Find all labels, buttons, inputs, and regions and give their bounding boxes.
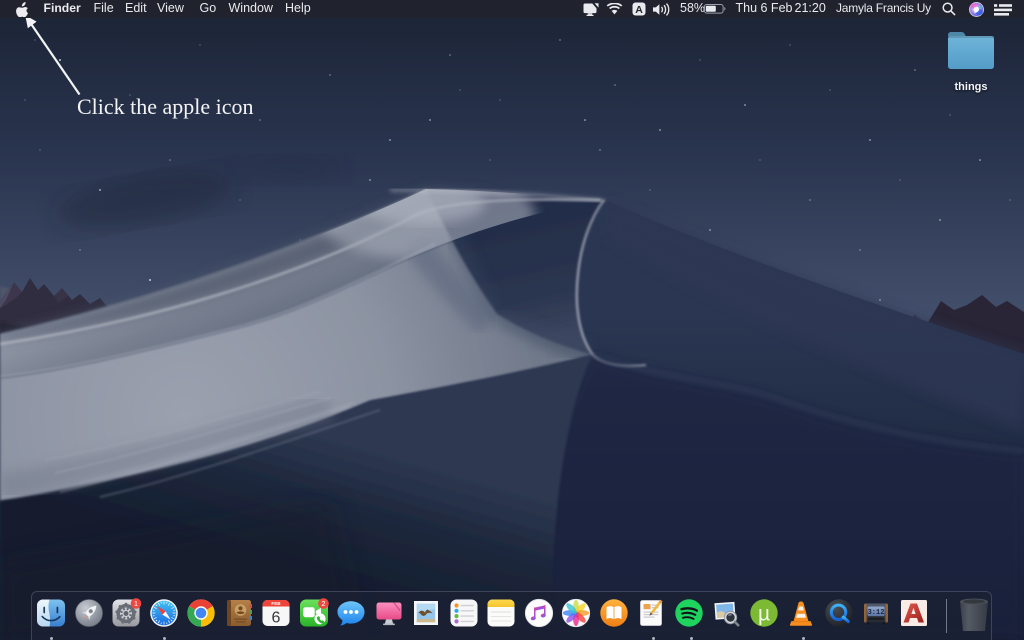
- svg-text:6: 6: [272, 610, 281, 627]
- svg-text:µ: µ: [757, 603, 769, 626]
- svg-text:2: 2: [321, 599, 325, 608]
- svg-text:A: A: [635, 4, 643, 16]
- svg-text:FEB: FEB: [271, 601, 281, 606]
- svg-text:3:12: 3:12: [868, 609, 885, 617]
- svg-text:1: 1: [134, 599, 138, 608]
